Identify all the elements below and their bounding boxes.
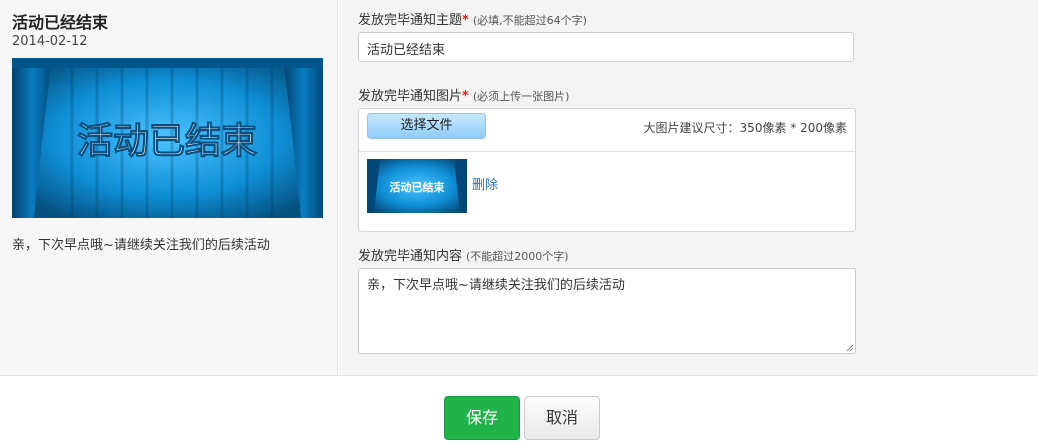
image-upload-box: 选择文件 大图片建议尺寸：350像素 * 200像素 活动已结束 删除 [358, 108, 856, 232]
preview-title: 活动已经结束 [12, 13, 109, 32]
required-mark: * [462, 13, 469, 28]
preview-panel: 活动已经结束 2014-02-12 活动已结束 亲，下次早点哦~请继续关注我们的… [0, 0, 338, 375]
subject-hint: (必填,不能超过64个字) [472, 14, 587, 27]
choose-file-button[interactable]: 选择文件 [367, 113, 486, 139]
preview-date: 2014-02-12 [12, 34, 88, 49]
preview-body: 亲，下次早点哦~请继续关注我们的后续活动 [12, 238, 270, 253]
edit-panel: 发放完毕通知主题* (必填,不能超过64个字) 活动已经结束 发放完毕通知图片*(… [339, 0, 1038, 375]
resize-grip-icon[interactable] [846, 344, 854, 352]
content-textarea[interactable]: 亲，下次早点哦~请继续关注我们的后续活动 [358, 268, 856, 354]
image-size-hint: 大图片建议尺寸：350像素 * 200像素 [643, 121, 847, 135]
content-text: 亲，下次早点哦~请继续关注我们的后续活动 [367, 278, 625, 293]
subject-input[interactable]: 活动已经结束 [358, 32, 854, 62]
curtain-banner: 活动已结束 [12, 58, 323, 218]
page: 活动已经结束 2014-02-12 活动已结束 亲，下次早点哦~请继续关注我们的… [0, 0, 1038, 445]
image-hint: (必须上传一张图片) [472, 90, 570, 103]
uploaded-image-thumbnail: 活动已结束 [367, 159, 467, 213]
subject-label-text: 发放完毕通知主题 [358, 13, 463, 28]
footer-bar: 保存 取消 [0, 375, 1038, 445]
save-button[interactable]: 保存 [444, 396, 520, 440]
banner-text: 活动已结束 [77, 121, 257, 162]
subject-label: 发放完毕通知主题* (必填,不能超过64个字) [358, 9, 587, 28]
thumbnail-text: 活动已结束 [390, 180, 446, 194]
content-hint: (不能超过2000个字) [466, 250, 569, 263]
delete-image-link[interactable]: 删除 [472, 174, 498, 193]
image-label: 发放完毕通知图片* (必须上传一张图片) [358, 85, 569, 104]
thumbnail-image: 活动已结束 [367, 159, 467, 213]
preview-banner-image: 活动已结束 [12, 58, 323, 218]
upload-toolbar: 选择文件 大图片建议尺寸：350像素 * 200像素 [359, 109, 855, 152]
content-label: 发放完毕通知内容 (不能超过2000个字) [358, 245, 569, 264]
content-label-text: 发放完毕通知内容 [358, 249, 463, 264]
cancel-button[interactable]: 取消 [524, 396, 600, 440]
image-label-text: 发放完毕通知图片 [358, 89, 463, 104]
required-mark: * [462, 89, 469, 104]
